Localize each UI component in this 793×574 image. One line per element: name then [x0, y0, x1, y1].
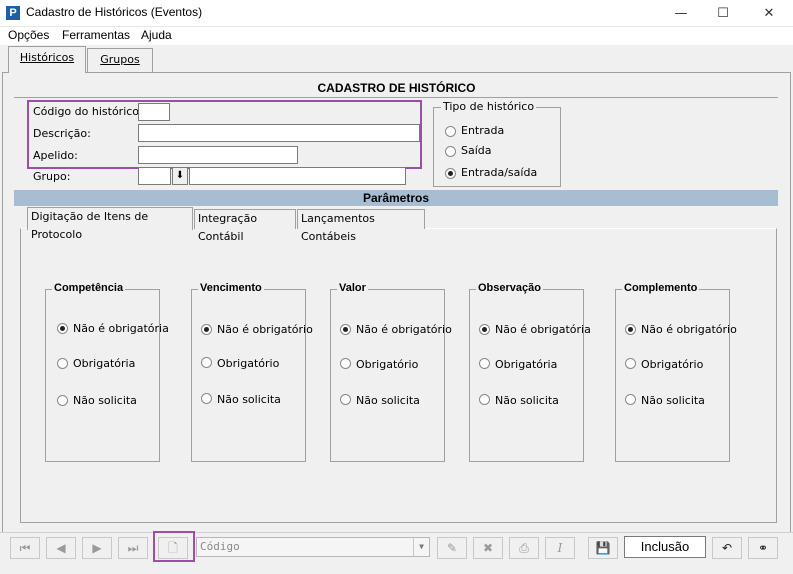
vencimento-option-radio[interactable]: [201, 357, 212, 368]
vencimento-option-label: Não é obrigatório: [217, 323, 313, 336]
tipo-entrada-label: Entrada: [461, 124, 505, 137]
complemento-option-label: Não solicita: [641, 394, 705, 407]
prev-icon: ◀: [56, 541, 66, 555]
vencimento-legend: Vencimento: [198, 282, 264, 294]
last-icon: ⏭: [127, 541, 139, 555]
italic-icon: I: [557, 541, 563, 555]
print-button[interactable]: ⎙: [509, 537, 539, 559]
menu-ajuda[interactable]: Ajuda: [141, 28, 172, 42]
observacao-option-radio[interactable]: [479, 358, 490, 369]
valor-option-radio[interactable]: [340, 324, 351, 335]
close-button[interactable]: ✕: [747, 0, 791, 27]
grupo-lookup-button[interactable]: ⬇: [172, 167, 188, 185]
grupo-label: Grupo:: [33, 170, 71, 183]
subtab-integracao-contabil[interactable]: Integração Contábil: [194, 209, 296, 243]
new-button-highlight: [153, 531, 195, 562]
complemento-group: Complemento: [615, 282, 730, 462]
tab-historicos[interactable]: Históricos: [8, 46, 86, 73]
binoculars-icon: ⚭: [757, 541, 769, 555]
parametros-header: Parâmetros: [14, 190, 778, 206]
observacao-option-label: Obrigatória: [495, 358, 558, 371]
observacao-option-label: Não é obrigatória: [495, 323, 591, 336]
competencia-option-label: Obrigatória: [73, 357, 136, 370]
next-icon: ▶: [92, 541, 102, 555]
codigo-search-combo[interactable]: Código ▼: [196, 537, 430, 557]
valor-legend: Valor: [337, 282, 368, 294]
title-divider: [14, 97, 778, 98]
vencimento-group: Vencimento: [191, 282, 306, 462]
complemento-option-radio[interactable]: [625, 358, 636, 369]
subtab-digitacao[interactable]: Digitação de Itens de Protocolo: [27, 207, 193, 241]
undo-button[interactable]: ↶: [712, 537, 742, 559]
vencimento-option-radio[interactable]: [201, 393, 212, 404]
delete-icon: ✖: [482, 541, 494, 555]
prev-record-button[interactable]: ◀: [46, 537, 76, 559]
window-title: Cadastro de Históricos (Eventos): [26, 5, 203, 19]
first-record-button[interactable]: ⏮: [10, 537, 40, 559]
complemento-option-label: Não é obrigatório: [641, 323, 737, 336]
minimize-button[interactable]: —: [659, 0, 703, 27]
valor-option-label: Obrigatório: [356, 358, 419, 371]
menu-ferramentas[interactable]: Ferramentas: [62, 28, 130, 42]
grupo-name-input[interactable]: [189, 167, 406, 185]
italic-button[interactable]: I: [545, 537, 575, 559]
valor-group: Valor: [330, 282, 445, 462]
codigo-search-text: Código: [200, 540, 240, 553]
first-icon: ⏮: [19, 541, 31, 555]
complemento-option-label: Obrigatório: [641, 358, 704, 371]
search-button[interactable]: ⚭: [748, 537, 778, 559]
valor-option-label: Não solicita: [356, 394, 420, 407]
mode-status: Inclusão: [624, 536, 706, 558]
grupo-code-input[interactable]: [138, 167, 171, 185]
tipo-entrada-radio[interactable]: [445, 126, 456, 137]
tipo-entrada-saida-label: Entrada/saída: [461, 166, 538, 179]
competencia-legend: Competência: [52, 282, 126, 294]
observacao-legend: Observação: [476, 282, 543, 294]
last-record-button[interactable]: ⏭: [118, 537, 148, 559]
valor-option-label: Não é obrigatório: [356, 323, 452, 336]
valor-option-radio[interactable]: [340, 358, 351, 369]
tab-grupos[interactable]: Grupos: [87, 48, 153, 72]
tipo-entrada-saida-radio[interactable]: [445, 168, 456, 179]
chevron-down-icon[interactable]: ▼: [413, 538, 429, 556]
print-icon: ⎙: [519, 541, 529, 555]
competencia-option-radio[interactable]: [57, 395, 68, 406]
observacao-option-label: Não solicita: [495, 394, 559, 407]
edit-button[interactable]: ✎: [437, 537, 467, 559]
download-arrow-icon: ⬇: [175, 170, 185, 181]
vencimento-option-label: Não solicita: [217, 393, 281, 406]
menu-opcoes[interactable]: Opções: [8, 28, 49, 42]
save-button[interactable]: 💾: [588, 537, 618, 559]
edit-icon: ✎: [446, 541, 458, 555]
valor-option-radio[interactable]: [340, 394, 351, 405]
tipo-saida-label: Saída: [461, 144, 492, 157]
maximize-button[interactable]: ☐: [701, 0, 745, 27]
competencia-option-label: Não solicita: [73, 394, 137, 407]
highlight-box: [27, 100, 422, 169]
competencia-option-radio[interactable]: [57, 358, 68, 369]
tipo-saida-radio[interactable]: [445, 146, 456, 157]
observacao-group: Observação: [469, 282, 584, 462]
observacao-option-radio[interactable]: [479, 394, 490, 405]
next-record-button[interactable]: ▶: [82, 537, 112, 559]
subtab-lancamentos-contabeis[interactable]: Lançamentos Contábeis: [297, 209, 425, 243]
form-title: CADASTRO DE HISTÓRICO: [317, 81, 476, 95]
undo-icon: ↶: [721, 541, 733, 555]
complemento-option-radio[interactable]: [625, 394, 636, 405]
vencimento-option-radio[interactable]: [201, 324, 212, 335]
app-icon: P: [6, 6, 20, 20]
complemento-legend: Complemento: [622, 282, 700, 294]
competencia-group: Competência: [45, 282, 160, 462]
save-icon: 💾: [595, 541, 611, 555]
competencia-option-radio[interactable]: [57, 323, 68, 334]
tipo-historico-legend: Tipo de histórico: [441, 100, 537, 113]
competencia-option-label: Não é obrigatória: [73, 322, 169, 335]
vencimento-option-label: Obrigatório: [217, 357, 280, 370]
delete-button[interactable]: ✖: [473, 537, 503, 559]
complemento-option-radio[interactable]: [625, 324, 636, 335]
observacao-option-radio[interactable]: [479, 324, 490, 335]
